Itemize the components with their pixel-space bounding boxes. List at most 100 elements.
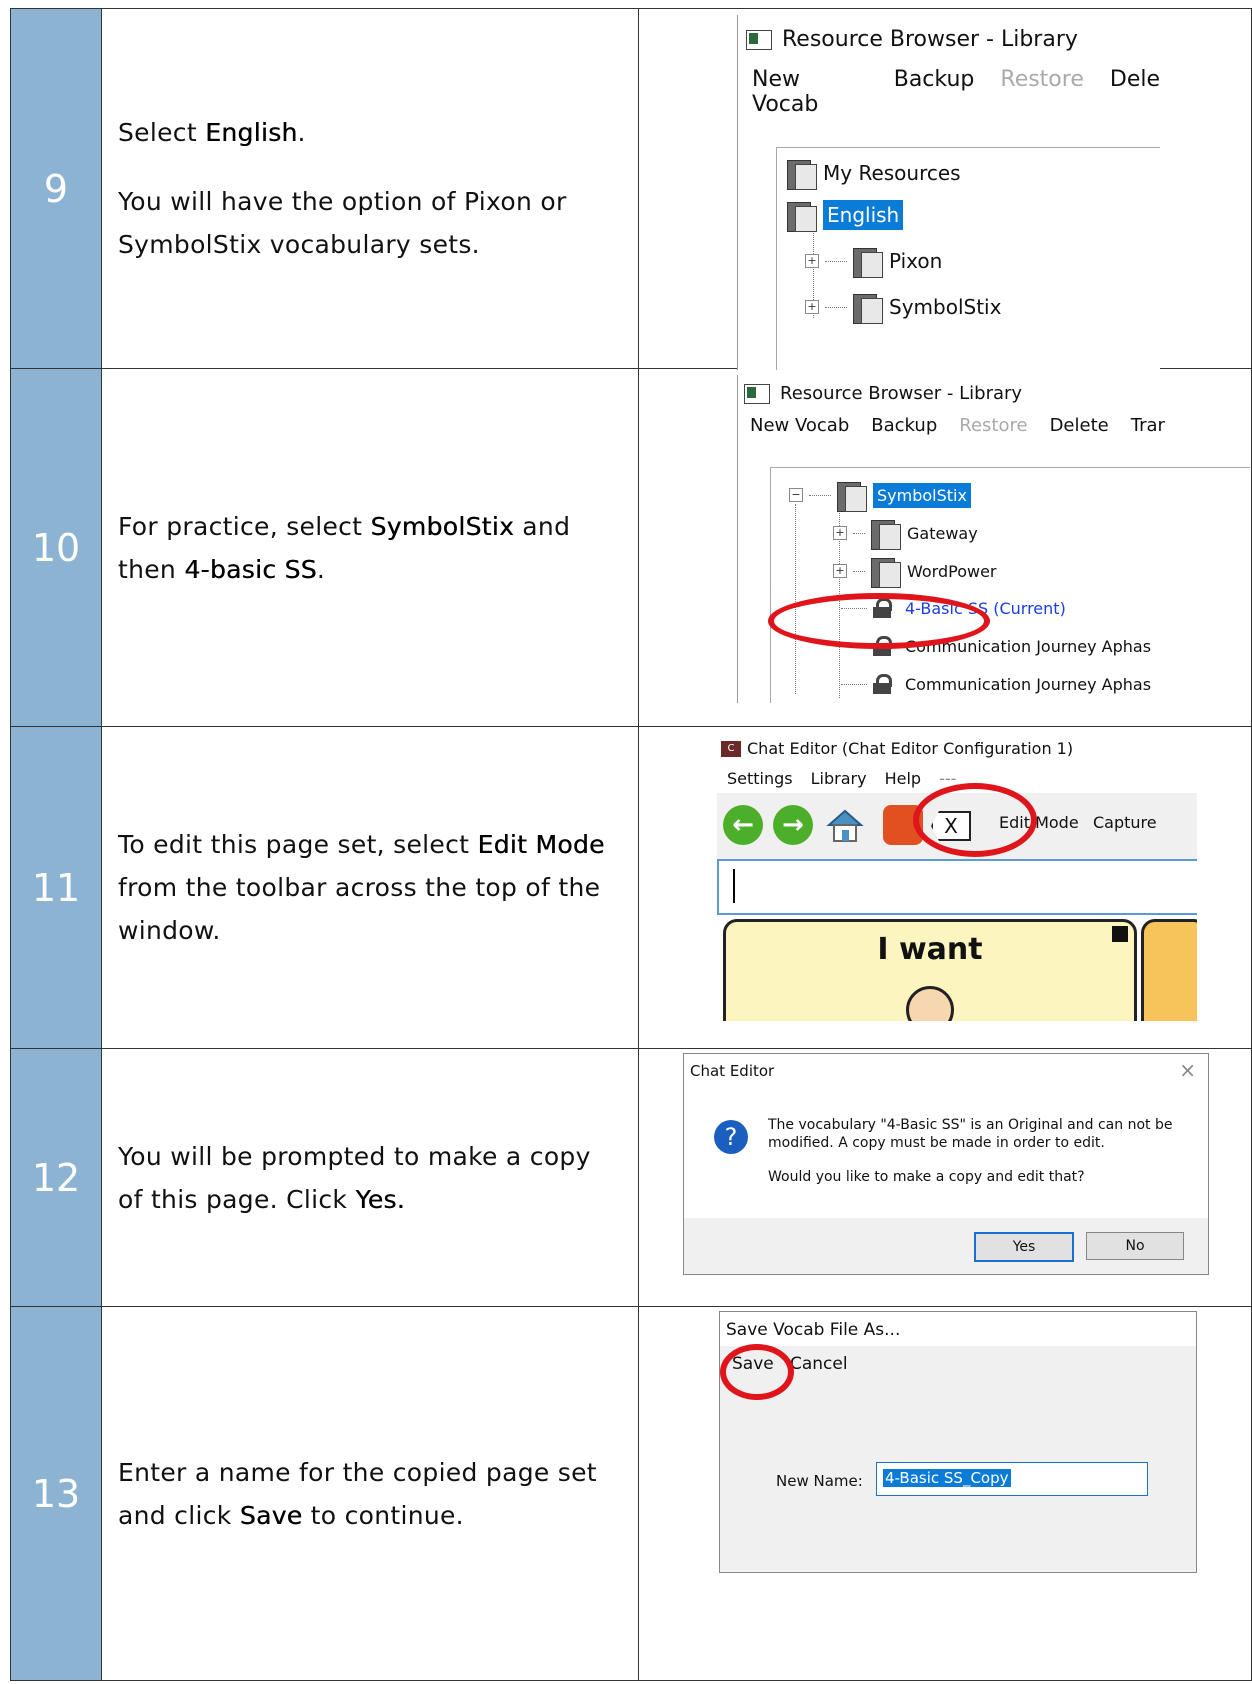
window-icon xyxy=(746,29,772,50)
folder-icon xyxy=(787,156,817,190)
instruction-line: For practice, select SymbolStix and then… xyxy=(118,511,571,584)
message-line: modified. A copy must be made in order t… xyxy=(768,1135,1105,1151)
window-title-bar: Resource Browser - Library xyxy=(746,27,1078,52)
menu-bar: Settings Library Help --- xyxy=(727,769,956,788)
tree-connector xyxy=(809,494,831,496)
forward-arrow-icon[interactable]: → xyxy=(773,805,813,845)
instruction-line: To edit this page set, select Edit Mode … xyxy=(118,830,605,945)
tree-item-english[interactable]: English xyxy=(787,198,904,232)
instruction-line: Enter a name for the copied page set and… xyxy=(118,1457,597,1530)
menu-delete[interactable]: Dele xyxy=(1110,67,1160,117)
menu-help[interactable]: Help xyxy=(885,769,921,788)
new-name-field[interactable]: 4-Basic SS_Copy xyxy=(876,1462,1148,1496)
link-corner-icon xyxy=(1112,926,1128,942)
step-number: 9 xyxy=(10,8,102,369)
folder-icon xyxy=(871,554,901,588)
step-row: 9 Select English. You will have the opti… xyxy=(10,8,1252,370)
tree-item-communication-journey[interactable]: Communication Journey Aphas xyxy=(841,674,1151,694)
confirm-dialog: Chat Editor × ? The vocabulary "4-Basic … xyxy=(683,1053,1209,1275)
menu-backup[interactable]: Backup xyxy=(894,67,975,117)
tree-item-label: WordPower xyxy=(907,561,997,581)
no-button[interactable]: No xyxy=(1086,1232,1184,1260)
question-icon: ? xyxy=(714,1120,748,1154)
step-number: 12 xyxy=(10,1048,102,1307)
cancel-button[interactable]: Cancel xyxy=(790,1354,848,1374)
tree-item-wordpower[interactable]: + WordPower xyxy=(833,554,997,588)
menu-transfer[interactable]: Trar xyxy=(1131,415,1165,436)
step-number: 10 xyxy=(10,368,102,727)
yes-button[interactable]: Yes xyxy=(974,1232,1074,1262)
step-instructions: Enter a name for the copied page set and… xyxy=(101,1306,639,1681)
tree-item-symbolstix[interactable]: + SymbolStix xyxy=(805,290,1001,324)
window-title-bar: C Chat Editor (Chat Editor Configuration… xyxy=(721,739,1073,758)
text-cursor xyxy=(733,869,735,903)
new-name-value: 4-Basic SS_Copy xyxy=(883,1469,1011,1487)
step-row: 13 Enter a name for the copied page set … xyxy=(10,1306,1252,1681)
step-instructions: To edit this page set, select Edit Mode … xyxy=(101,726,639,1049)
back-arrow-icon[interactable]: ← xyxy=(723,805,763,845)
folder-icon xyxy=(853,290,883,324)
expand-plus-icon[interactable]: + xyxy=(805,300,819,314)
message-line: The vocabulary "4-Basic SS" is an Origin… xyxy=(768,1117,1173,1133)
dialog-footer: Yes No xyxy=(684,1218,1208,1274)
window-title: Chat Editor (Chat Editor Configuration 1… xyxy=(747,739,1074,758)
dialog-title-bar: Save Vocab File As... xyxy=(720,1312,1196,1346)
close-icon[interactable]: × xyxy=(1179,1058,1196,1082)
instruction-line: You will have the option of Pixon or Sym… xyxy=(118,187,567,259)
step-number: 11 xyxy=(10,726,102,1049)
folder-icon xyxy=(787,198,817,232)
menu-bar: New Vocab Backup Restore Dele xyxy=(752,67,1160,117)
menu-settings[interactable]: Settings xyxy=(727,769,793,788)
tree-item-gateway[interactable]: + Gateway xyxy=(833,516,978,550)
tree-item-label: SymbolStix xyxy=(873,482,971,508)
app-icon: C xyxy=(721,740,741,757)
menu-library[interactable]: Library xyxy=(811,769,867,788)
capture-button[interactable]: Capture xyxy=(1093,813,1157,832)
tree-item-pixon[interactable]: + Pixon xyxy=(805,244,942,278)
tree-connector xyxy=(853,570,865,572)
step-number: 13 xyxy=(10,1306,102,1681)
expand-plus-icon[interactable]: + xyxy=(833,526,847,540)
vocab-button-i-want[interactable]: I want xyxy=(723,919,1137,1021)
lock-icon xyxy=(873,674,892,694)
folder-icon xyxy=(871,516,901,550)
tree-item-label: SymbolStix xyxy=(889,295,1002,319)
tree-item-my-resources[interactable]: My Resources xyxy=(787,156,961,190)
menu-bar: New Vocab Backup Restore Delete Trar xyxy=(750,415,1165,436)
expand-plus-icon[interactable]: + xyxy=(805,254,819,268)
step-screenshot-cell: Resource Browser - Library New Vocab Bac… xyxy=(638,368,1252,727)
tree-item-symbolstix[interactable]: − SymbolStix xyxy=(789,478,971,512)
highlight-circle xyxy=(720,1344,794,1400)
folder-icon xyxy=(837,478,867,512)
save-vocab-dialog: Save Vocab File As... Save Cancel New Na… xyxy=(719,1311,1197,1573)
menu-restore[interactable]: Restore xyxy=(1000,67,1083,117)
message-question: Would you like to make a copy and edit t… xyxy=(768,1169,1085,1185)
menu-new-vocab[interactable]: New Vocab xyxy=(750,415,849,436)
vocab-button-label: I want xyxy=(877,932,983,967)
tree-item-label: Gateway xyxy=(907,523,978,543)
collapse-minus-icon[interactable]: − xyxy=(789,488,803,502)
tree-panel: My Resources English + Pixon + SymbolSti… xyxy=(776,147,1160,370)
step-instructions: You will be prompted to make a copy of t… xyxy=(101,1048,639,1307)
highlight-circle xyxy=(913,783,1037,857)
expand-plus-icon[interactable]: + xyxy=(833,564,847,578)
message-window[interactable] xyxy=(717,859,1197,915)
tree-item-label: English xyxy=(823,200,904,230)
tree-connector xyxy=(825,260,847,262)
dialog-message: The vocabulary "4-Basic SS" is an Origin… xyxy=(768,1116,1172,1186)
menu-new-vocab[interactable]: New Vocab xyxy=(752,67,868,117)
tree-item-label: My Resources xyxy=(823,161,961,185)
menu-restore[interactable]: Restore xyxy=(959,415,1027,436)
home-icon[interactable] xyxy=(825,805,865,845)
face-icon xyxy=(906,986,954,1021)
chat-editor-window: C Chat Editor (Chat Editor Configuration… xyxy=(717,731,1197,1021)
menu-delete[interactable]: Delete xyxy=(1050,415,1109,436)
menu-backup[interactable]: Backup xyxy=(871,415,937,436)
vocab-button-partial[interactable] xyxy=(1141,919,1197,1021)
highlight-circle xyxy=(768,593,990,649)
tree-item-label: Pixon xyxy=(889,249,943,273)
window-title: Resource Browser - Library xyxy=(780,383,1023,404)
tree-connector xyxy=(825,306,847,308)
instruction-line: Select English. xyxy=(118,118,306,147)
resource-browser-window: Resource Browser - Library New Vocab Bac… xyxy=(737,375,1250,703)
